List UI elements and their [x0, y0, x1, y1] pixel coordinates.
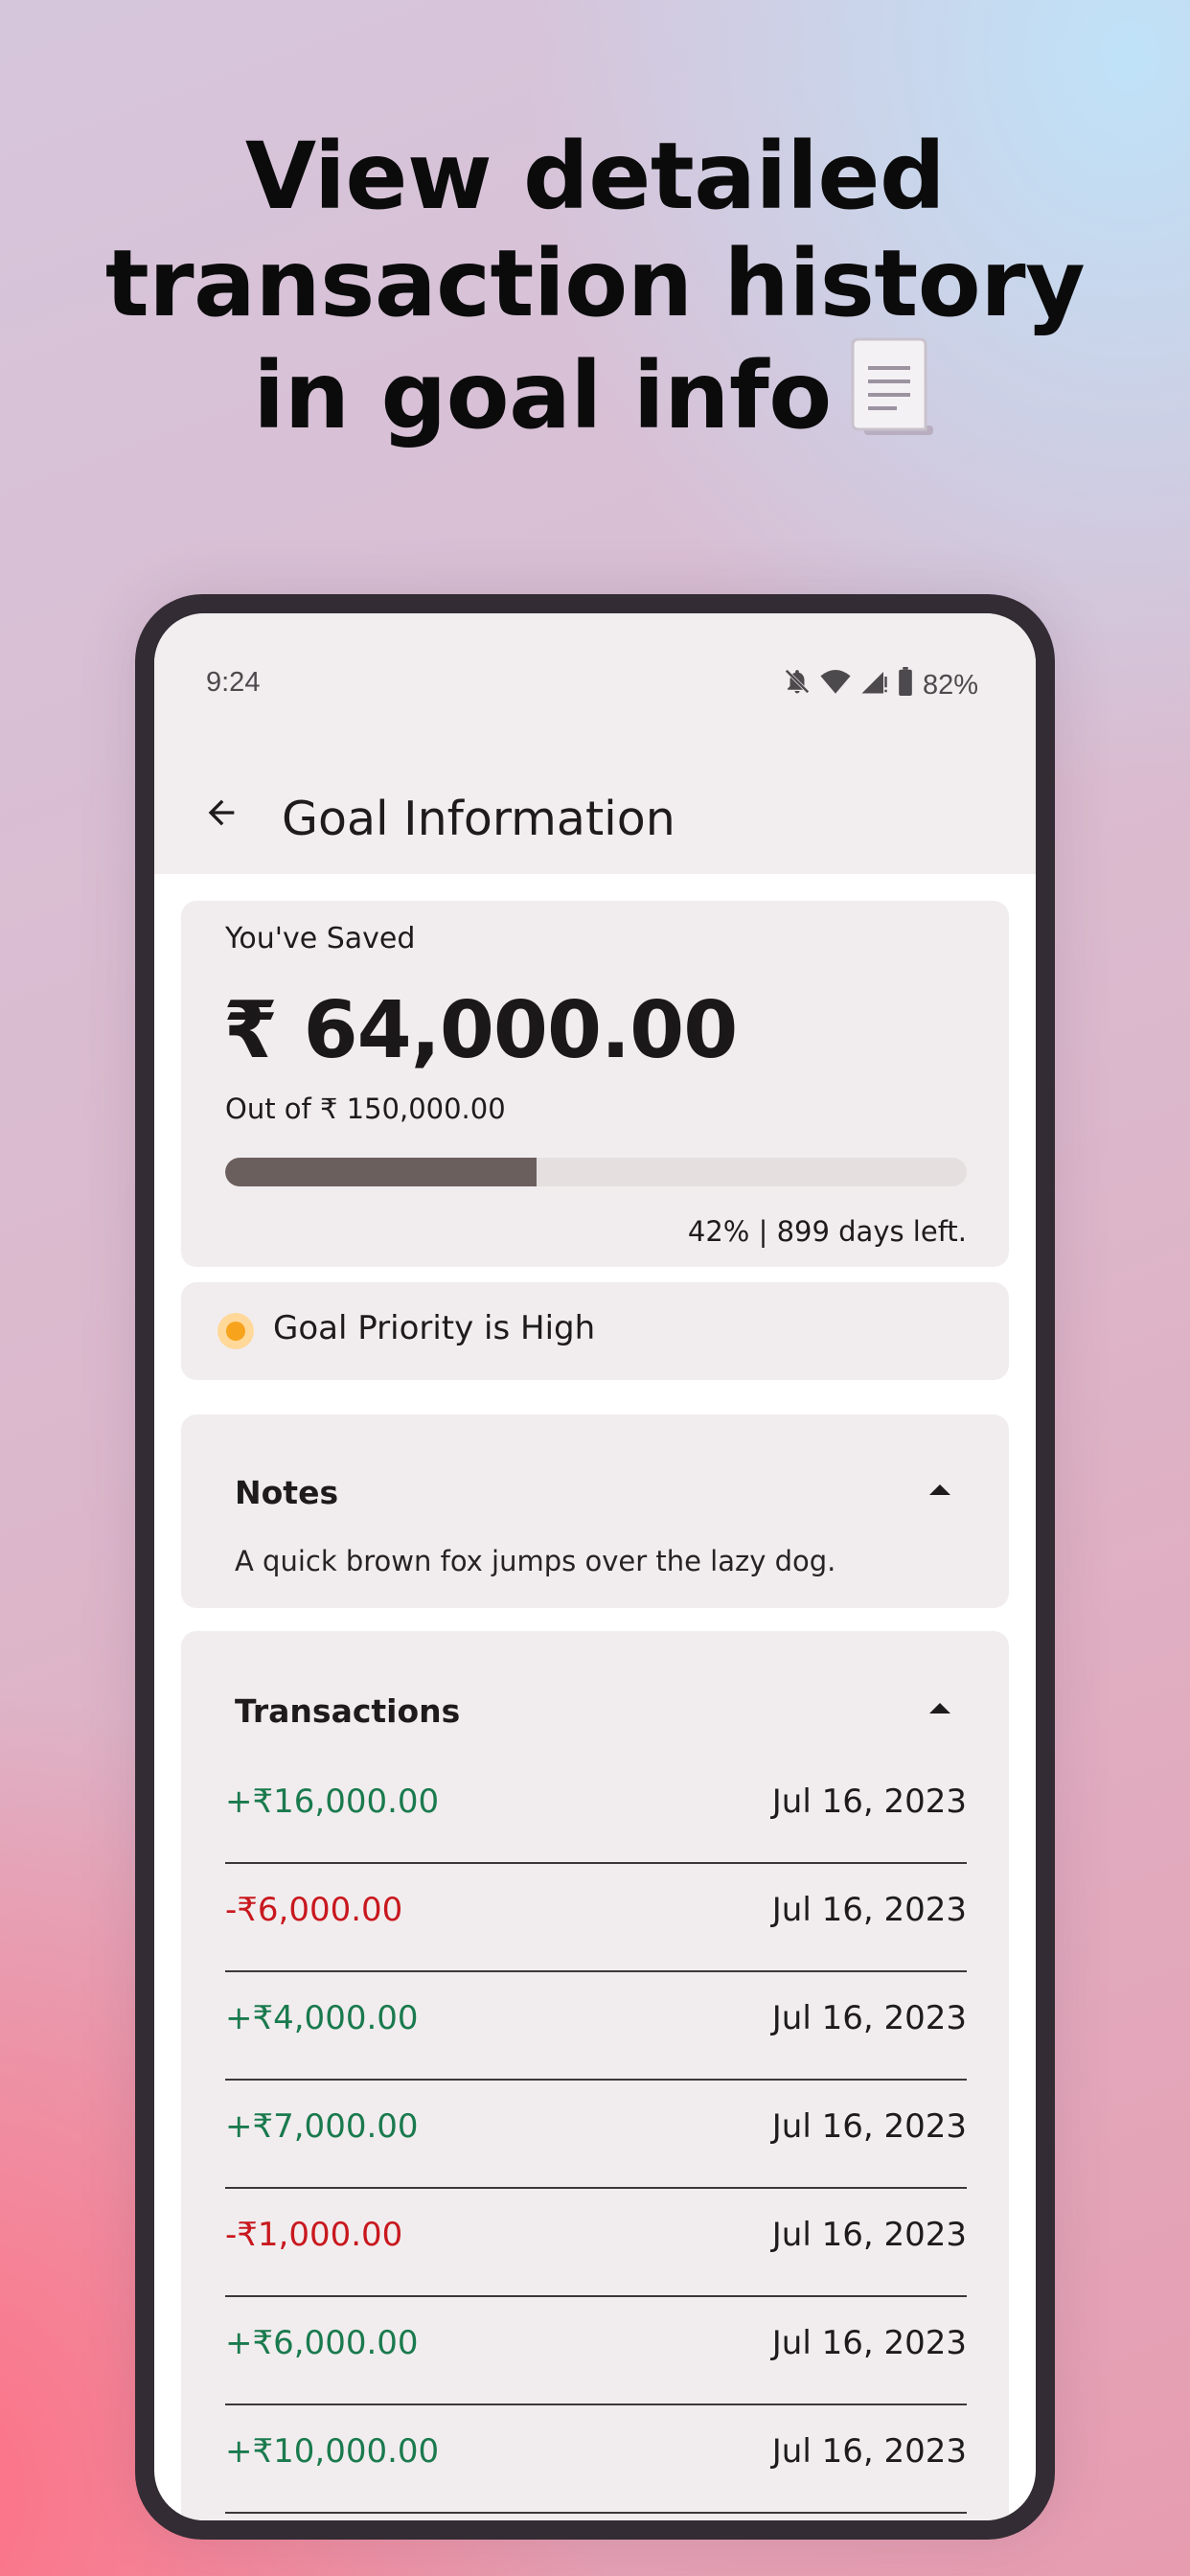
transaction-date: Jul 16, 2023 [771, 2432, 967, 2471]
page-title: Goal Information [282, 792, 675, 846]
transaction-row[interactable]: +₹10,000.00 Jul 16, 2023 [225, 2405, 967, 2514]
saved-label: You've Saved [225, 922, 416, 955]
transaction-date: Jul 16, 2023 [771, 1999, 967, 2037]
arrow-back-icon [202, 794, 240, 837]
status-icons: 82% [783, 667, 978, 703]
notes-body: A quick brown fox jumps over the lazy do… [235, 1545, 836, 1577]
transactions-list: +₹16,000.00 Jul 16, 2023 -₹6,000.00 Jul 16… [225, 1756, 967, 2514]
transaction-amount: -₹1,000.00 [225, 2216, 403, 2254]
savings-card: You've Saved ₹ 64,000.00 Out of ₹ 150,00… [181, 901, 1009, 1267]
status-bar: 9:24 82% [154, 613, 1036, 753]
receipt-icon [849, 337, 937, 459]
transactions-title: Transactions [235, 1692, 461, 1730]
transaction-date: Jul 16, 2023 [771, 2216, 967, 2254]
transaction-row[interactable]: -₹6,000.00 Jul 16, 2023 [225, 1864, 967, 1972]
status-time: 9:24 [206, 667, 261, 698]
savings-progress-fill [225, 1158, 538, 1186]
headline-line-2: transaction history [104, 230, 1086, 337]
savings-progress-bar [225, 1158, 967, 1186]
battery-percent: 82% [922, 669, 978, 701]
transaction-row[interactable]: -₹1,000.00 Jul 16, 2023 [225, 2189, 967, 2297]
bell-off-icon [783, 667, 812, 703]
app-bar: Goal Information [154, 753, 1036, 874]
battery-icon [896, 667, 915, 703]
notes-title: Notes [235, 1474, 339, 1511]
back-button[interactable] [193, 786, 250, 843]
wifi-icon [819, 667, 852, 703]
progress-text: 42% | 899 days left. [687, 1215, 967, 1248]
transactions-card: Transactions +₹16,000.00 Jul 16, 2023 -₹6… [181, 1631, 1009, 2520]
transaction-row[interactable]: +₹6,000.00 Jul 16, 2023 [225, 2297, 967, 2405]
phone-screen: 9:24 82% Goal Information You've Saved ₹… [154, 613, 1036, 2520]
notes-collapse-button[interactable] [919, 1470, 961, 1512]
headline-line-1: View detailed [244, 123, 946, 230]
caret-up-icon [927, 1482, 952, 1502]
promo-headline: View detailed transaction history in goa… [0, 123, 1190, 459]
transactions-collapse-button[interactable] [919, 1689, 961, 1731]
notes-card: Notes A quick brown fox jumps over the l… [181, 1414, 1009, 1608]
transaction-date: Jul 16, 2023 [771, 1891, 967, 1929]
saved-amount: ₹ 64,000.00 [223, 985, 738, 1076]
headline-line-3: in goal info [0, 337, 1190, 459]
saved-target: Out of ₹ 150,000.00 [225, 1092, 506, 1125]
transaction-row[interactable]: +₹16,000.00 Jul 16, 2023 [225, 1756, 967, 1864]
transaction-amount: +₹7,000.00 [225, 2107, 419, 2146]
transaction-amount: +₹6,000.00 [225, 2324, 419, 2362]
headline-line-3-text: in goal info [253, 342, 832, 449]
caret-up-icon [927, 1700, 952, 1720]
transaction-date: Jul 16, 2023 [771, 2107, 967, 2146]
phone-frame: 9:24 82% Goal Information You've Saved ₹… [135, 594, 1055, 2540]
signal-icon [859, 667, 888, 703]
transaction-amount: +₹16,000.00 [225, 1782, 440, 1821]
transaction-amount: -₹6,000.00 [225, 1891, 403, 1929]
transaction-date: Jul 16, 2023 [771, 2324, 967, 2362]
transaction-row[interactable]: +₹4,000.00 Jul 16, 2023 [225, 1972, 967, 2081]
transaction-amount: +₹10,000.00 [225, 2432, 440, 2471]
transaction-row[interactable]: +₹7,000.00 Jul 16, 2023 [225, 2081, 967, 2189]
priority-text: Goal Priority is High [273, 1309, 596, 1347]
transaction-amount: +₹4,000.00 [225, 1999, 419, 2037]
priority-indicator-icon [217, 1313, 254, 1349]
transaction-date: Jul 16, 2023 [771, 1782, 967, 1821]
priority-card: Goal Priority is High [181, 1282, 1009, 1380]
